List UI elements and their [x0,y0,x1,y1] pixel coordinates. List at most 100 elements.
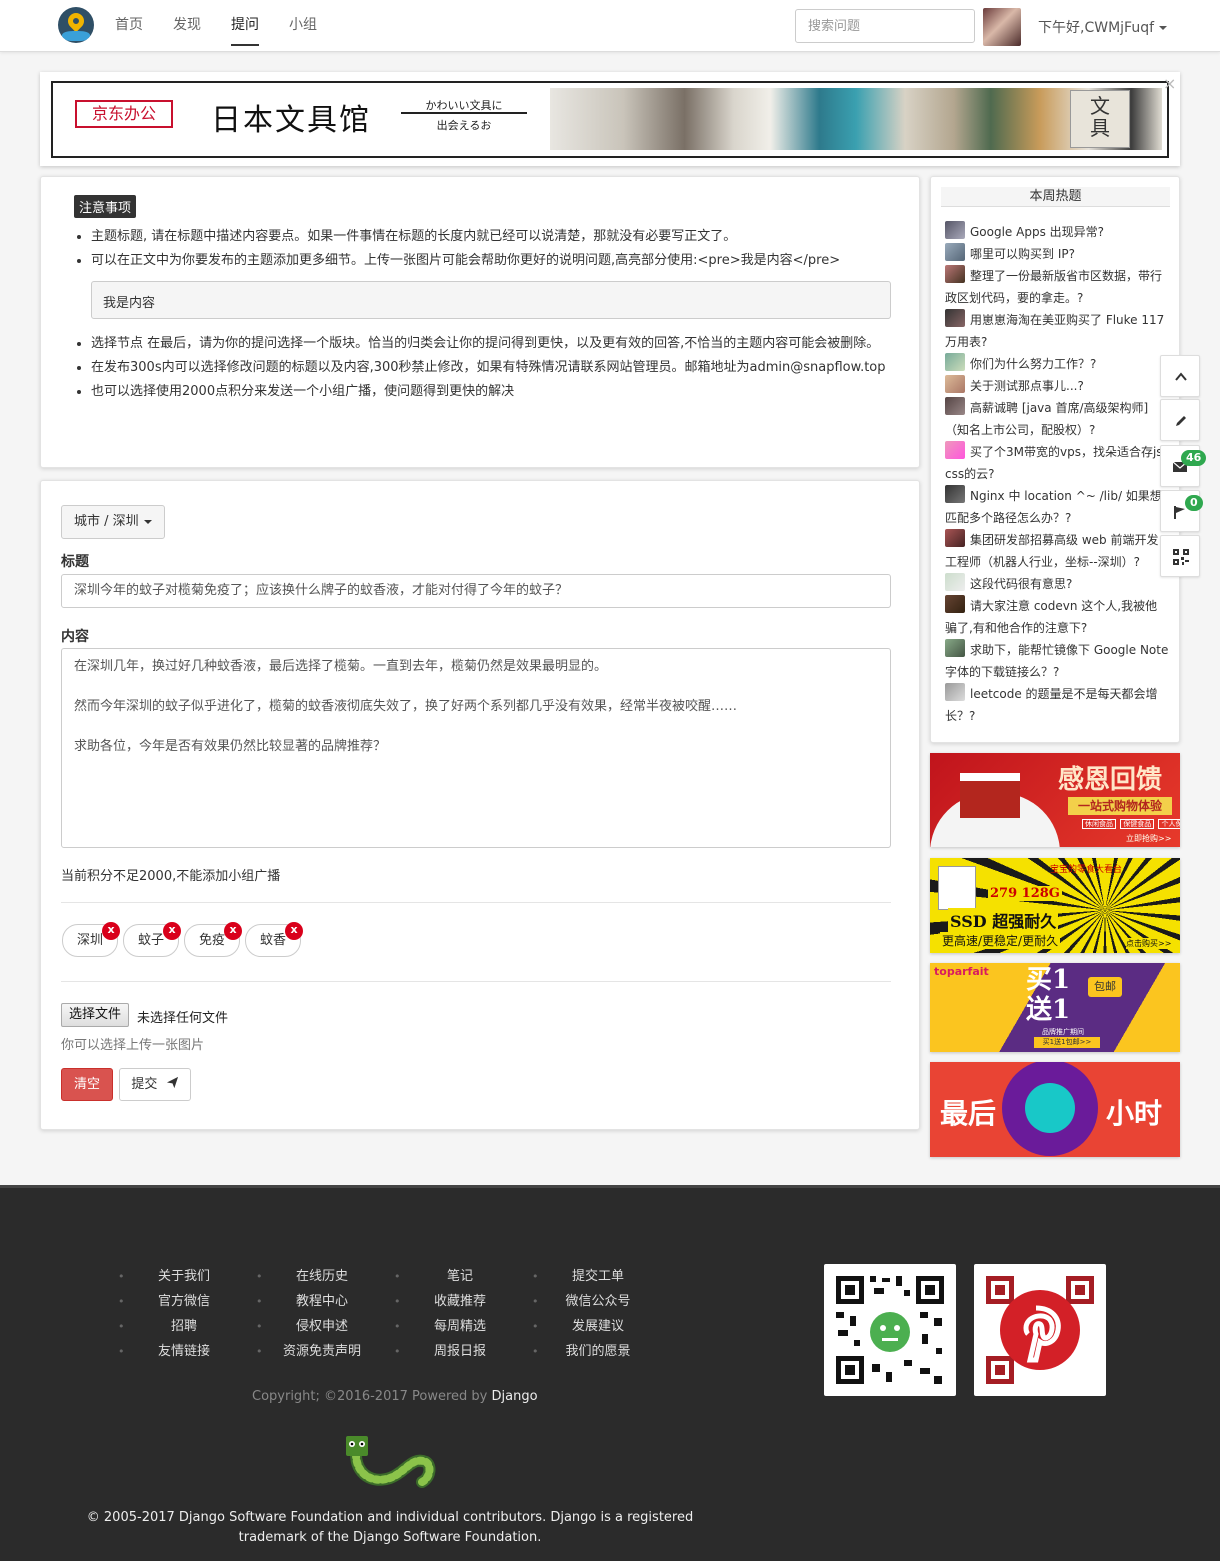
footer-link[interactable]: 微信公众号 [548,1289,648,1314]
ask-form-panel: 城市 / 深圳 标题 深圳今年的蚊子对榄菊免疫了；应该换什么牌子的蚊香液，才能对… [40,480,920,1130]
ad-last-hours[interactable]: 最后 小时 [930,1062,1180,1157]
search-input[interactable] [795,9,975,43]
footer-link[interactable]: 官方微信 [134,1289,234,1314]
hot-topic-title: 高薪诚聘 [java 首席/高级架构师]（知名上市公司，配股权）? [945,401,1149,437]
footer-link[interactable]: 招聘 [134,1314,234,1339]
footer-link[interactable]: 友情链接 [134,1339,234,1364]
hot-topic-title: 关于测试那点事儿...? [970,379,1084,393]
ssd-image [938,866,976,910]
user-menu[interactable]: 下午好,CWMjFuqf [1038,17,1168,37]
nav-home[interactable]: 首页 [115,14,143,34]
hot-topic-title: Google Apps 出现异常? [970,225,1105,239]
notification-count-badge: 0 [1185,495,1203,511]
banner-sub-2: 出会えるお [436,119,492,132]
scroll-top-button[interactable] [1160,355,1200,397]
notifications-button[interactable]: 0 [1160,490,1203,532]
tag-remove-icon[interactable]: x [102,922,120,940]
ad3-badge: 包邮 [1088,977,1122,997]
hot-topic-link[interactable]: 这段代码很有意思? [945,573,1169,595]
notice-item: 在发布300s内可以选择修改问题的标题以及内容,300秒禁止修改，如果有特殊情况… [91,358,891,378]
hot-topic-title: 求助下，能帮忙镜像下 Google Note 字体的下载链接么？? [945,643,1169,679]
ad3-brand: toparfait [934,965,989,978]
qrcode-icon [836,1276,944,1384]
notice-item: 选择节点 在最后，请为你的提问选择一个版块。恰当的归类会让你的提问得到更快，以及… [91,334,891,354]
submit-button[interactable]: 提交 [119,1068,191,1101]
tag-remove-icon[interactable]: x [163,922,181,940]
ad1-tag: 休闲食品 [1082,819,1116,829]
ad3-title: 买1送1 [1026,965,1071,1025]
title-input[interactable]: 深圳今年的蚊子对榄菊免疫了；应该换什么牌子的蚊香液，才能对付得了今年的蚊子？ [61,574,891,608]
nav-discover[interactable]: 发现 [173,14,201,34]
footer-column: 提交工单 微信公众号 发展建议 我们的愿景 [548,1264,648,1364]
footer-link[interactable]: 侵权申述 [272,1314,372,1339]
footer-link[interactable]: 在线历史 [272,1264,372,1289]
hot-topic-title: leetcode 的题量是不是每天都会增长？? [945,687,1158,723]
content-line: 然而今年深圳的蚊子似乎进化了，榄菊的蚊香液彻底失效了，换了好两个系列都几乎没有效… [74,699,738,714]
ad-ssd[interactable]: 宝宝的零食大看台 279 128G SSD 超强耐久 更高速/更稳定/更耐久 点… [930,858,1180,953]
hot-topic-link[interactable]: leetcode 的题量是不是每天都会增长？? [945,683,1169,727]
notice-item: 主题标题, 请在标题中描述内容要点。如果一件事情在标题的长度内就已经可以说清楚，… [91,227,891,247]
hot-topic-link[interactable]: Google Apps 出现异常? [945,221,1169,243]
hot-topic-link[interactable]: 求助下，能帮忙镜像下 Google Note 字体的下载链接么？? [945,639,1169,683]
close-icon[interactable]: × [1163,74,1176,93]
footer-link[interactable]: 资源免责声明 [272,1339,372,1364]
tag-remove-icon[interactable]: x [224,922,242,940]
pencil-icon [1176,416,1186,426]
messages-button[interactable]: 46 [1160,445,1207,487]
ad1-tag: 保健食品 [1120,819,1155,829]
write-button[interactable] [1160,399,1200,441]
nav-ask[interactable]: 提问 [231,14,259,46]
avatar [945,243,965,261]
footer-link[interactable]: 提交工单 [548,1264,648,1289]
points-hint: 当前积分不足2000,不能添加小组广播 [61,869,281,884]
hot-topic-link[interactable]: 哪里可以购买到 IP? [945,243,1169,265]
footer-link[interactable]: 我们的愿景 [548,1339,648,1364]
clear-button[interactable]: 清空 [61,1068,113,1101]
ad4-right: 小时 [1106,1097,1163,1130]
footer-link[interactable]: 收藏推荐 [410,1289,510,1314]
top-ad-banner[interactable]: 京东办公 日本文具馆 かわいい文具に 出会えるお 文具 [40,72,1180,166]
ad-thanksgiving[interactable]: 感恩回馈 一站式购物体验 休闲食品 保健食品 个人保健 立即抢购>> [930,753,1180,847]
hot-topic-link[interactable]: 买了个3M带宽的vps，找朵适合存js,css的云? [945,441,1169,485]
footer-link[interactable]: 笔记 [410,1264,510,1289]
notice-item: 也可以选择使用2000点积分来发送一个小组广播，使问题得到更快的解决 [91,382,891,402]
notice-panel: 注意事项 主题标题, 请在标题中描述内容要点。如果一件事情在标题的长度内就已经可… [40,176,920,468]
hot-topic-link[interactable]: Nginx 中 location ^~ /lib/ 如果想匹配多个路径怎么办？? [945,485,1169,529]
hot-topic-link[interactable]: 用崽崽海淘在美亚购买了 Fluke 117 万用表? [945,309,1169,353]
footer-link[interactable]: 每周精选 [410,1314,510,1339]
tag-label: 深圳 [77,933,104,948]
footer-link[interactable]: 发展建议 [548,1314,648,1339]
house-illustration [960,773,1020,818]
banner-divider [401,112,527,114]
hot-topic-link[interactable]: 集团研发部招募高级 web 前端开发工程师（机器人行业，坐标--深圳）? [945,529,1169,573]
hot-topic-title: 用崽崽海淘在美亚购买了 Fluke 117 万用表? [945,313,1165,349]
tag-remove-icon[interactable]: x [285,922,303,940]
hot-topics-list: Google Apps 出现异常? 哪里可以购买到 IP? 整理了一份最新版省市… [945,221,1169,727]
django-link[interactable]: Django [492,1389,538,1404]
site-logo[interactable] [58,7,94,43]
nav-groups[interactable]: 小组 [289,14,317,34]
city-select-button[interactable]: 城市 / 深圳 [61,505,165,539]
top-navbar: 首页 发现 提问 小组 下午好,CWMjFuqf [0,0,1220,52]
ad1-cta: 立即抢购>> [1126,834,1172,843]
avatar [945,309,965,327]
hot-topic-link[interactable]: 高薪诚聘 [java 首席/高级架构师]（知名上市公司，配股权）? [945,397,1169,441]
send-icon [166,1076,178,1089]
hot-topic-link[interactable]: 请大家注意 codevn 这个人,我被他骗了,有和他合作的注意下? [945,595,1169,639]
footer-link[interactable]: 周报日报 [410,1339,510,1364]
ad-buy-one-get-one[interactable]: toparfait 买1送1 包邮 品牌推广期间 买1送1包邮>> [930,963,1180,1052]
qrcode-button[interactable] [1160,535,1200,577]
choose-file-button[interactable]: 选择文件 [61,1003,130,1027]
footer-link[interactable]: 关于我们 [134,1264,234,1289]
avatar [945,573,965,591]
city-label: 城市 / 深圳 [74,514,139,529]
content-textarea[interactable]: 在深圳几年，换过好几种蚊香液，最后选择了榄菊。一直到去年，榄菊仍然是效果最明显的… [61,648,891,848]
chevron-down-icon [143,519,152,524]
hot-topic-link[interactable]: 你们为什么努力工作？? [945,353,1169,375]
hot-topic-link[interactable]: 整理了一份最新版省市区数据，带行政区划代码，要的拿走。? [945,265,1169,309]
user-avatar[interactable] [983,8,1021,46]
hot-topic-title: Nginx 中 location ^~ /lib/ 如果想匹配多个路径怎么办？? [945,489,1162,525]
hot-topic-link[interactable]: 关于测试那点事儿...? [945,375,1169,397]
file-hint: 你可以选择上传一张图片 [61,1038,205,1053]
footer-link[interactable]: 教程中心 [272,1289,372,1314]
